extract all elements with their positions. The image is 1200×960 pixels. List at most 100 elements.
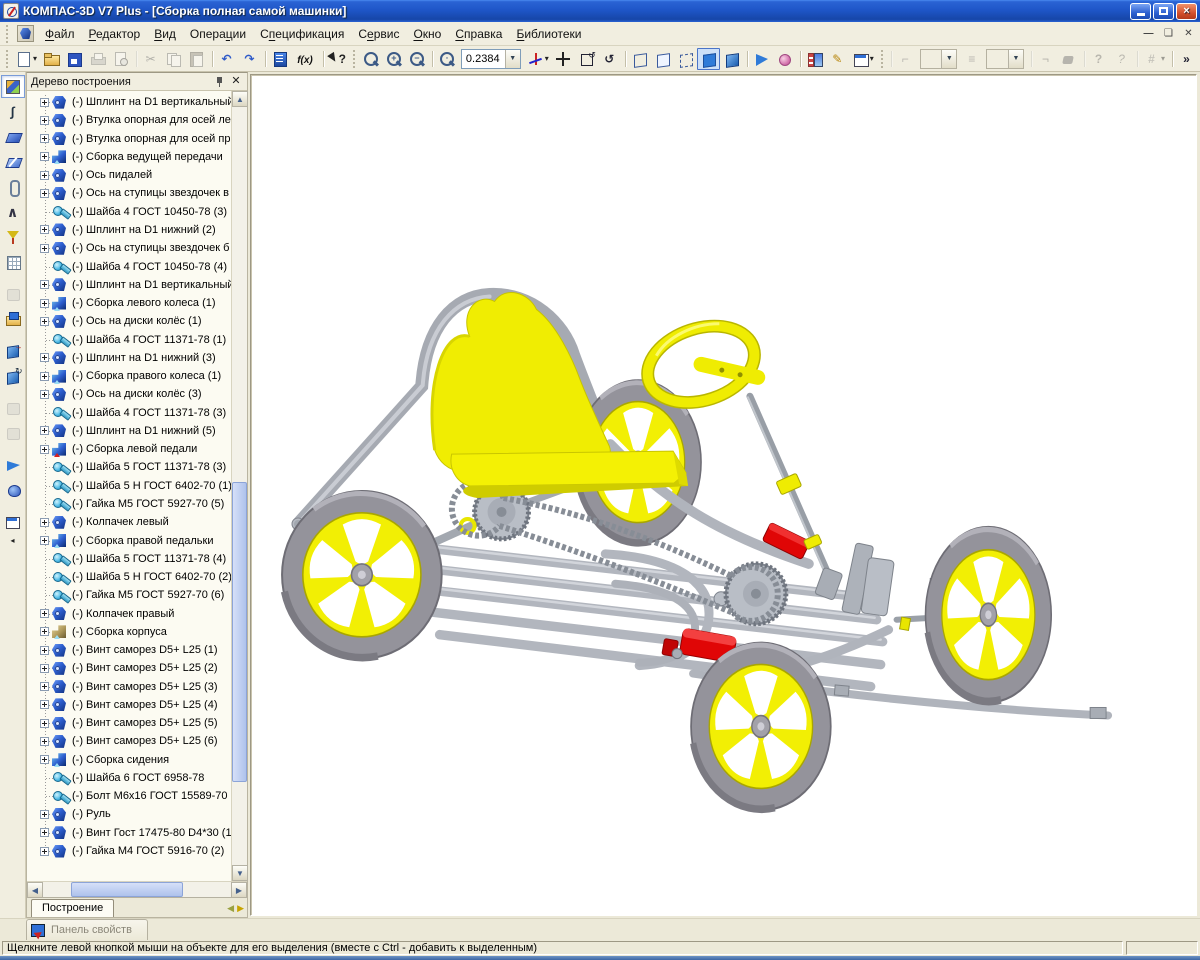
scroll-track[interactable] (43, 882, 231, 897)
rotate-button[interactable] (598, 48, 621, 70)
tree-item[interactable]: (-) Сборка сидения (27, 751, 231, 769)
expand-plus-icon[interactable] (40, 810, 49, 819)
solid-mode-button[interactable] (1057, 48, 1080, 70)
scroll-thumb[interactable] (71, 882, 183, 897)
dropdown-arrow-icon[interactable]: ▾ (545, 54, 549, 63)
rotate-frame-button[interactable] (575, 48, 598, 70)
copy-button[interactable] (162, 48, 185, 70)
tree-item[interactable]: (-) Шплинт на D1 нижний (5) (27, 422, 231, 440)
tree-item[interactable]: (-) Шайба 5 Н ГОСТ 6402-70 (2) (27, 568, 231, 586)
tree-item[interactable]: (-) Колпачек правый (27, 604, 231, 622)
rebuild-button[interactable] (803, 48, 826, 70)
tree-item[interactable]: (-) Сборка правой педальки (27, 531, 231, 549)
rotate-model-button[interactable] (1, 364, 25, 387)
expand-plus-icon[interactable] (40, 134, 49, 143)
library-manager-button[interactable] (1, 307, 25, 330)
close-button[interactable]: × (1176, 3, 1197, 20)
model-canvas[interactable] (250, 74, 1197, 916)
scroll-track[interactable] (232, 107, 247, 865)
expand-plus-icon[interactable] (40, 664, 49, 673)
expand-plus-icon[interactable] (40, 98, 49, 107)
tree-item[interactable]: (-) Шплинт на D1 вертикальный (27, 93, 231, 111)
menu-editor[interactable]: Редактор (82, 24, 148, 44)
maximize-button[interactable] (1153, 3, 1174, 20)
tree-item[interactable]: (-) Шайба 6 ГОСТ 6958-78 (27, 769, 231, 787)
expand-plus-icon[interactable] (40, 116, 49, 125)
grid-button[interactable]: ▾ (1140, 48, 1168, 70)
expand-plus-icon[interactable] (40, 609, 49, 618)
expand-plus-icon[interactable] (40, 682, 49, 691)
tree-item[interactable]: (-) Шайба 4 ГОСТ 10450-78 (3) (27, 203, 231, 221)
tree-item[interactable]: (-) Шайба 5 Н ГОСТ 6402-70 (1) (27, 477, 231, 495)
expand-plus-icon[interactable] (40, 847, 49, 856)
new-document-button[interactable]: ▾ (12, 48, 40, 70)
expand-plus-icon[interactable] (40, 518, 49, 527)
menu-window[interactable]: Окно (406, 24, 448, 44)
toolbar-grip[interactable] (5, 50, 9, 68)
combo-arrow-icon[interactable]: ▼ (505, 50, 520, 68)
expand-plus-icon[interactable] (40, 299, 49, 308)
tree-item[interactable]: (-) Винт саморез D5+ L25 (6) (27, 732, 231, 750)
undo-button[interactable] (215, 48, 238, 70)
tree-horizontal-scrollbar[interactable]: ◀ ▶ (27, 881, 247, 897)
menu-specification[interactable]: Спецификация (253, 24, 351, 44)
tree-item[interactable]: (-) Сборка ведущей передачи (27, 148, 231, 166)
scroll-right-icon[interactable]: ▶ (231, 882, 247, 898)
tree-item[interactable]: (-) Руль (27, 805, 231, 823)
toolbar-grip[interactable] (5, 25, 10, 43)
layers-button[interactable] (960, 48, 983, 70)
tab-scroll-right-icon[interactable]: ▶ (237, 903, 247, 917)
tree-item[interactable]: (-) Винт саморез D5+ L25 (5) (27, 714, 231, 732)
tree-item[interactable]: (-) Колпачек левый (27, 513, 231, 531)
tree-item[interactable]: (-) Шайба 5 ГОСТ 11371-78 (3) (27, 458, 231, 476)
tree-item[interactable]: (-) Сборка левого колеса (1) (27, 294, 231, 312)
menu-operations[interactable]: Операции (183, 24, 253, 44)
scroll-thumb[interactable] (232, 482, 247, 782)
child-close-button[interactable]: ✕ (1180, 26, 1197, 41)
child-restore-button[interactable]: ❏ (1160, 26, 1177, 41)
more-buttons-button[interactable] (1175, 48, 1198, 70)
open-document-button[interactable] (40, 48, 63, 70)
tree-item[interactable]: (-) Винт саморез D5+ L25 (1) (27, 641, 231, 659)
zoom-scale-combo[interactable]: 0.2384 ▼ (461, 49, 521, 69)
expand-plus-icon[interactable] (40, 189, 49, 198)
macro-button[interactable] (1, 478, 25, 501)
cut-button[interactable] (139, 48, 162, 70)
tree-item[interactable]: (-) Винт саморез D5+ L25 (3) (27, 678, 231, 696)
tree-item[interactable]: (-) Сборка левой педали (27, 440, 231, 458)
measure-help-button[interactable] (1087, 48, 1110, 70)
toolbar-grip[interactable] (352, 50, 356, 68)
tool-disabled-2-button[interactable] (1, 421, 25, 444)
print-preview-button[interactable] (109, 48, 132, 70)
menu-file[interactable]: Файл (38, 24, 82, 44)
tree-item[interactable]: (-) Ось на ступицы звездочек в (27, 184, 231, 202)
pan-button[interactable] (552, 48, 575, 70)
tree-item[interactable]: (-) Шплинт на D1 нижний (3) (27, 349, 231, 367)
measure-help-2-button[interactable] (1110, 48, 1133, 70)
expand-plus-icon[interactable] (40, 700, 49, 709)
object-help-button[interactable] (326, 48, 349, 70)
sketch-button[interactable] (826, 48, 849, 70)
expand-plus-icon[interactable] (40, 353, 49, 362)
variables-button[interactable] (291, 48, 319, 70)
expand-plus-icon[interactable] (40, 755, 49, 764)
scroll-left-icon[interactable]: ◀ (27, 882, 43, 898)
expand-plus-icon[interactable] (40, 445, 49, 454)
tool-disabled-button[interactable] (1, 396, 25, 419)
filter-button[interactable] (1, 225, 25, 248)
edit-part-button[interactable] (1, 75, 25, 98)
tree-item[interactable]: (-) Втулка опорная для осей лев (27, 111, 231, 129)
menu-view[interactable]: Вид (147, 24, 183, 44)
tree-item[interactable]: (-) Сборка правого колеса (1) (27, 367, 231, 385)
expand-plus-icon[interactable] (40, 828, 49, 837)
tree-item[interactable]: (-) Шайба 4 ГОСТ 11371-78 (1) (27, 330, 231, 348)
expand-plus-icon[interactable] (40, 280, 49, 289)
tree-item[interactable]: (-) Втулка опорная для осей пра (27, 130, 231, 148)
redo-button[interactable] (238, 48, 261, 70)
tree-item[interactable]: (-) Болт М6х16 ГОСТ 15589-70 (27, 787, 231, 805)
report-button[interactable] (1, 282, 25, 305)
collapse-panel-arrow-icon[interactable]: ◂ (10, 536, 14, 545)
expand-plus-icon[interactable] (40, 152, 49, 161)
model-view-button[interactable] (1, 339, 25, 362)
tree-item[interactable]: (-) Гайка М5 ГОСТ 5927-70 (5) (27, 495, 231, 513)
